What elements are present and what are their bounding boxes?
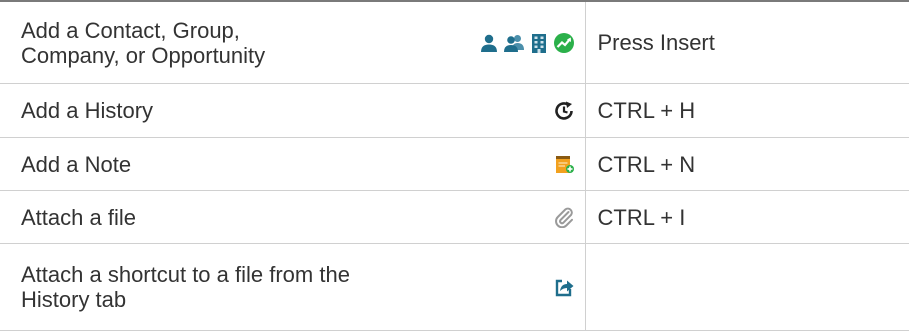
table-row: Add a Contact, Group, Company, or Opport…: [0, 0, 909, 84]
action-label: Add a Note: [21, 151, 132, 177]
paperclip-icon: [553, 206, 575, 228]
table-row: Attach a shortcut to a file from the His…: [0, 243, 909, 331]
note-icon: [553, 153, 575, 175]
action-label: Add a History: [21, 98, 154, 123]
company-icon: [528, 32, 550, 54]
action-label: Attach a file: [21, 204, 136, 230]
shortcut-cell: CTRL + N: [585, 137, 909, 191]
action-cell: Add a History: [0, 83, 586, 138]
action-cell: Attach a file: [0, 190, 586, 244]
action-cell: Add a Note: [0, 137, 586, 191]
table-row: Add a Note CTRL + N: [0, 137, 909, 191]
history-icon: [553, 100, 575, 122]
shortcut-cell: [585, 243, 909, 331]
share-arrow-icon: [553, 276, 575, 298]
table-row: Add a History CTRL + H: [0, 83, 909, 138]
group-icon: [503, 32, 525, 54]
shortcuts-table: Add a Contact, Group, Company, or Opport…: [0, 0, 909, 331]
shortcut-cell: CTRL + I: [585, 190, 909, 244]
contact-icon: [478, 32, 500, 54]
action-cell: Attach a shortcut to a file from the His…: [0, 243, 586, 331]
shortcut-cell: CTRL + H: [585, 83, 909, 138]
opportunity-icon: [553, 32, 575, 54]
record-type-icons: [478, 32, 575, 54]
action-label: Add a Contact, Group, Company, or Opport…: [21, 17, 266, 68]
action-cell: Add a Contact, Group, Company, or Opport…: [0, 0, 586, 84]
action-label: Attach a shortcut to a file from the His…: [21, 262, 350, 312]
shortcut-cell: Press Insert: [585, 0, 909, 84]
table-row: Attach a file CTRL + I: [0, 190, 909, 244]
